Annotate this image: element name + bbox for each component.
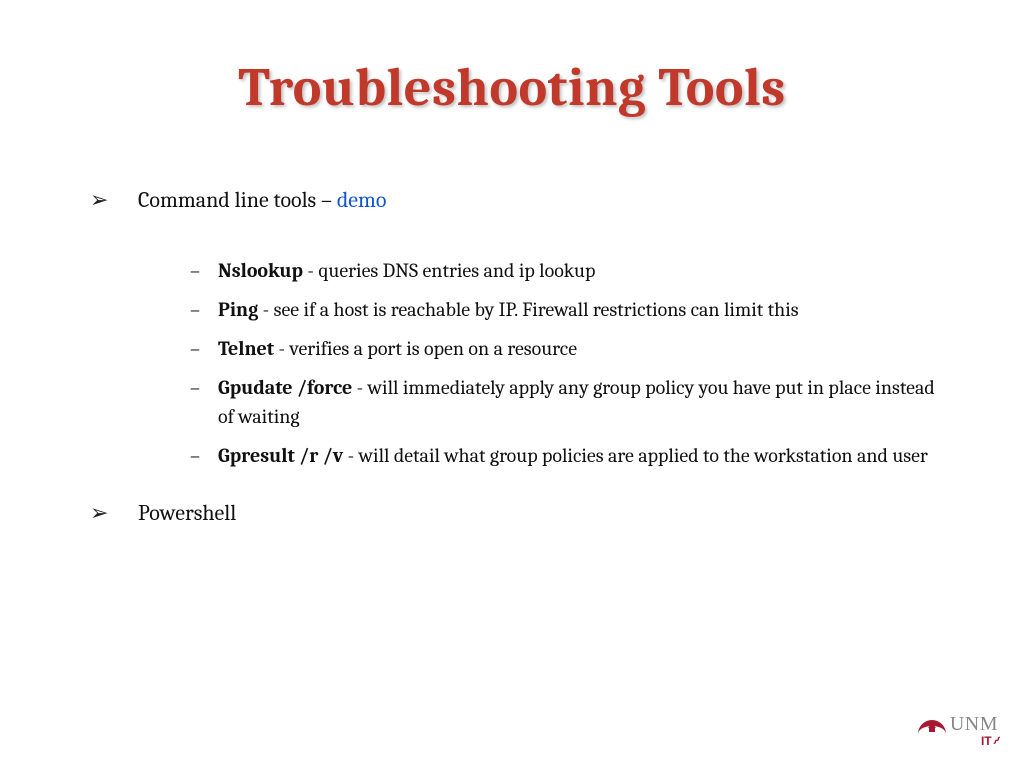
tool-name: Gpresult /r /v (218, 444, 343, 467)
tool-desc: - queries DNS entries and ip lookup (303, 259, 595, 282)
bullet-list-level2: Nslookup - queries DNS entries and ip lo… (190, 256, 954, 470)
sub-bullet-gpupdate: Gpudate /force - will immediately apply … (190, 373, 954, 431)
slide-body: Command line tools – demo Nslookup - que… (90, 185, 954, 557)
tool-desc: - verifies a port is open on a resource (274, 337, 577, 360)
unm-arc-icon (918, 716, 946, 734)
sub-bullet-ping: Ping - see if a host is reachable by IP.… (190, 295, 954, 324)
bullet-text: Command line tools – (138, 187, 337, 213)
logo-dept-text: IT (981, 734, 992, 748)
footer-logo: UNM IT⌇ (918, 713, 998, 748)
logo-dept: IT⌇ (918, 734, 998, 748)
sub-bullet-telnet: Telnet - verifies a port is open on a re… (190, 334, 954, 363)
demo-link[interactable]: demo (337, 187, 387, 213)
tool-name: Nslookup (218, 259, 303, 282)
tool-name: Gpudate /force (218, 376, 352, 399)
slide: Troubleshooting Tools Command line tools… (0, 0, 1024, 768)
tool-desc: - see if a host is reachable by IP. Fire… (258, 298, 798, 321)
sub-bullet-gpresult: Gpresult /r /v - will detail what group … (190, 441, 954, 470)
bullet-list-level1: Command line tools – demo Nslookup - que… (90, 185, 954, 529)
logo-row: UNM (918, 713, 998, 736)
sub-bullet-nslookup: Nslookup - queries DNS entries and ip lo… (190, 256, 954, 285)
tool-desc: - will detail what group policies are ap… (343, 444, 928, 467)
logo-org-text: UNM (950, 713, 998, 736)
tool-name: Telnet (218, 337, 274, 360)
tool-name: Ping (218, 298, 258, 321)
slide-title: Troubleshooting Tools (0, 56, 1024, 119)
bullet-powershell: Powershell (90, 498, 954, 529)
bullet-text: Powershell (138, 500, 236, 526)
bullet-command-line-tools: Command line tools – demo Nslookup - que… (90, 185, 954, 470)
